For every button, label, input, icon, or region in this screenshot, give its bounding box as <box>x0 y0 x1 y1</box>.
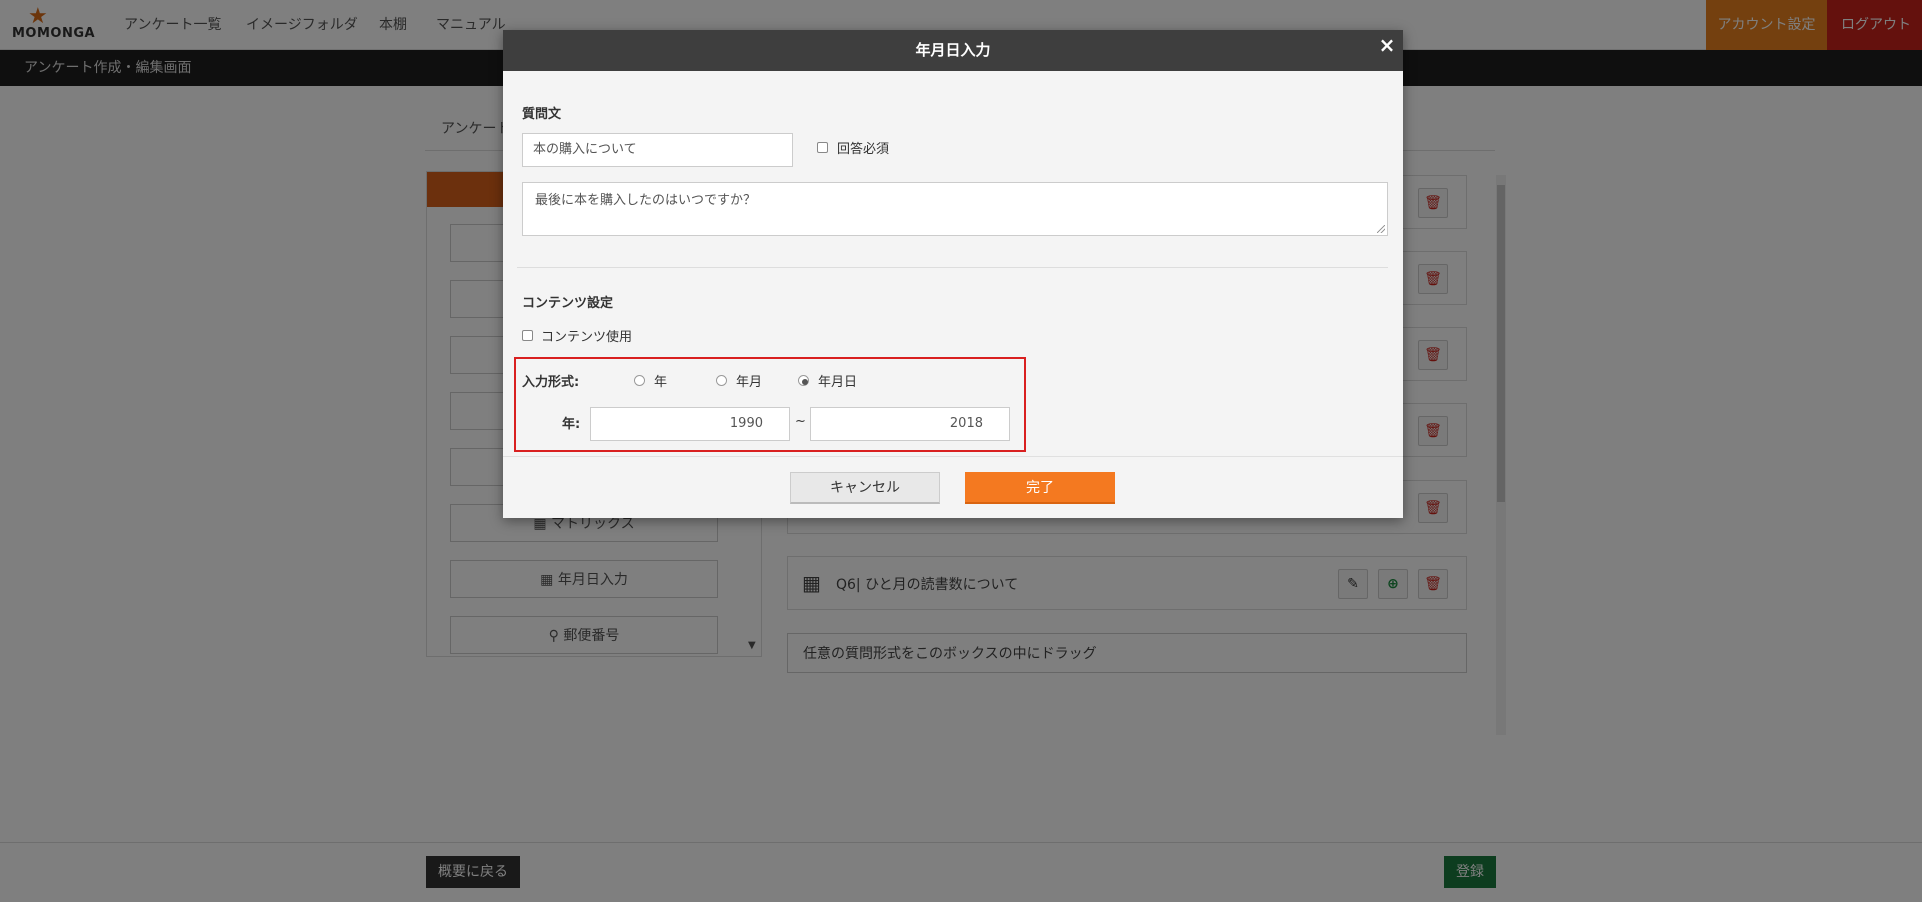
resize-grip-icon[interactable] <box>1377 225 1385 233</box>
contents-use-label: コンテンツ使用 <box>541 330 633 345</box>
year-to-input[interactable]: 2018 <box>810 407 1010 441</box>
section-divider <box>517 267 1388 268</box>
contents-use-checkbox[interactable] <box>522 330 533 341</box>
format-radio-year[interactable] <box>634 375 645 386</box>
format-radio-year-month-day-label: 年月日 <box>818 375 858 390</box>
question-text-value: 最後に本を購入したのはいつですか？ <box>535 193 757 208</box>
modal-title: 年月日入力 <box>503 30 1403 71</box>
year-from-input[interactable]: 1990 <box>590 407 790 441</box>
required-label: 回答必須 <box>837 142 890 157</box>
input-format-label: 入力形式: <box>522 375 580 390</box>
close-icon[interactable]: × <box>1375 30 1399 60</box>
format-radio-year-month[interactable] <box>716 375 727 386</box>
format-radio-year-month-label: 年月 <box>736 375 763 390</box>
year-range-label: 年: <box>562 417 581 432</box>
required-checkbox[interactable] <box>817 142 828 153</box>
range-separator: ~ <box>795 414 806 429</box>
done-button[interactable]: 完了 <box>965 472 1115 504</box>
contents-settings-label: コンテンツ設定 <box>522 296 614 311</box>
question-text-textarea[interactable]: 最後に本を購入したのはいつですか？ <box>522 182 1388 236</box>
format-radio-year-label: 年 <box>654 375 668 390</box>
format-radio-year-month-day[interactable] <box>798 375 809 386</box>
cancel-button[interactable]: キャンセル <box>790 472 940 504</box>
modal-footer-divider <box>503 456 1403 457</box>
question-text-section-label: 質問文 <box>522 107 562 122</box>
question-title-input[interactable]: 本の購入について <box>522 133 793 167</box>
